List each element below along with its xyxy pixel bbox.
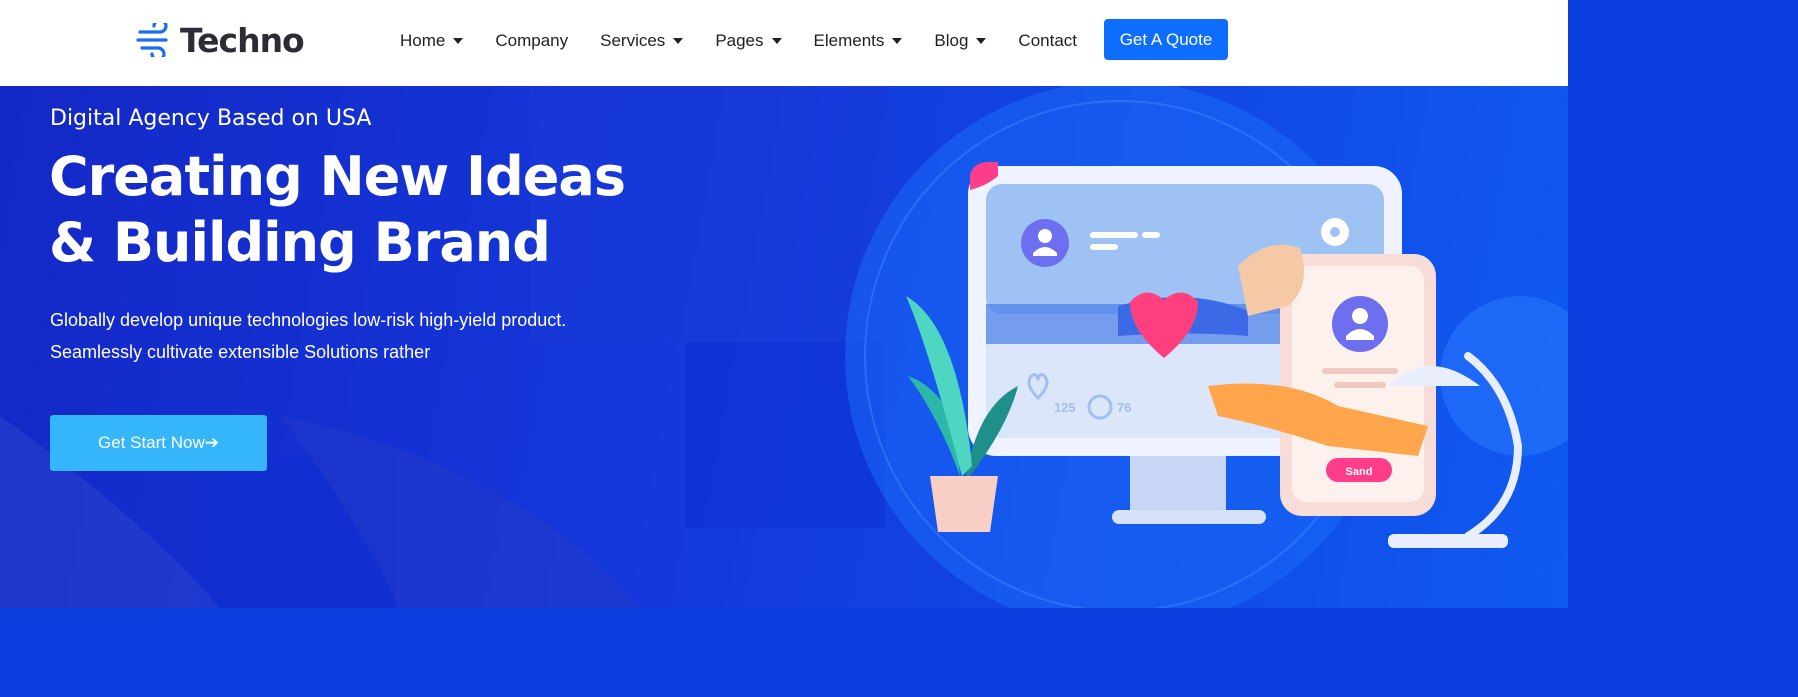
- nav-label: Company: [495, 31, 569, 50]
- wind-logo-icon: [136, 23, 168, 57]
- nav-label: Blog: [934, 31, 969, 50]
- caret-down-icon: [976, 38, 987, 44]
- comments-count: 76: [1117, 400, 1131, 415]
- caret-down-icon: [892, 38, 903, 44]
- hero-section: Digital Agency Based on USA Creating New…: [0, 86, 1568, 608]
- nav-item-elements[interactable]: Elements: [814, 31, 903, 51]
- phone-send-label: Sand: [1346, 466, 1373, 478]
- nav-label: Elements: [813, 31, 885, 50]
- hero-illustration: 125 76 Sand: [906, 162, 1523, 548]
- get-start-button[interactable]: Get Start Now➔: [50, 415, 267, 471]
- caret-down-icon: [673, 38, 684, 44]
- caret-down-icon: [453, 38, 464, 44]
- hero-description: Globally develop unique technologies low…: [50, 304, 566, 368]
- hero-tagline: Digital Agency Based on USA: [50, 106, 372, 131]
- nav-item-contact[interactable]: Contact: [1018, 31, 1077, 51]
- nav-label: Home: [400, 31, 446, 50]
- headline-line-2: & Building Brand: [49, 211, 551, 274]
- brand-logo[interactable]: Techno: [136, 20, 305, 60]
- description-line-1: Globally develop unique technologies low…: [50, 310, 567, 330]
- headline-line-1: Creating New Ideas: [49, 145, 626, 208]
- get-quote-button[interactable]: Get A Quote: [1104, 19, 1228, 60]
- description-line-2: Seamlessly cultivate extensible Solution…: [50, 342, 431, 362]
- nav-label: Services: [600, 31, 666, 50]
- likes-count: 125: [1054, 400, 1076, 415]
- gear-icon: [1321, 218, 1349, 246]
- caret-down-icon: [771, 38, 782, 44]
- nav-item-pages[interactable]: Pages: [715, 31, 782, 51]
- nav-item-company[interactable]: Company: [495, 31, 568, 51]
- hero-headline: Creating New Ideas & Building Brand: [49, 144, 626, 276]
- main-nav: Home Company Services Pages Elements Blo…: [400, 26, 1109, 56]
- nav-item-home[interactable]: Home: [400, 31, 464, 51]
- navbar: Techno Home Company Services Pages Eleme…: [0, 0, 1568, 86]
- nav-label: Contact: [1018, 31, 1078, 50]
- nav-label: Pages: [715, 31, 764, 50]
- brand-name: Techno: [180, 20, 305, 60]
- nav-item-services[interactable]: Services: [600, 31, 684, 51]
- nav-item-blog[interactable]: Blog: [934, 31, 987, 51]
